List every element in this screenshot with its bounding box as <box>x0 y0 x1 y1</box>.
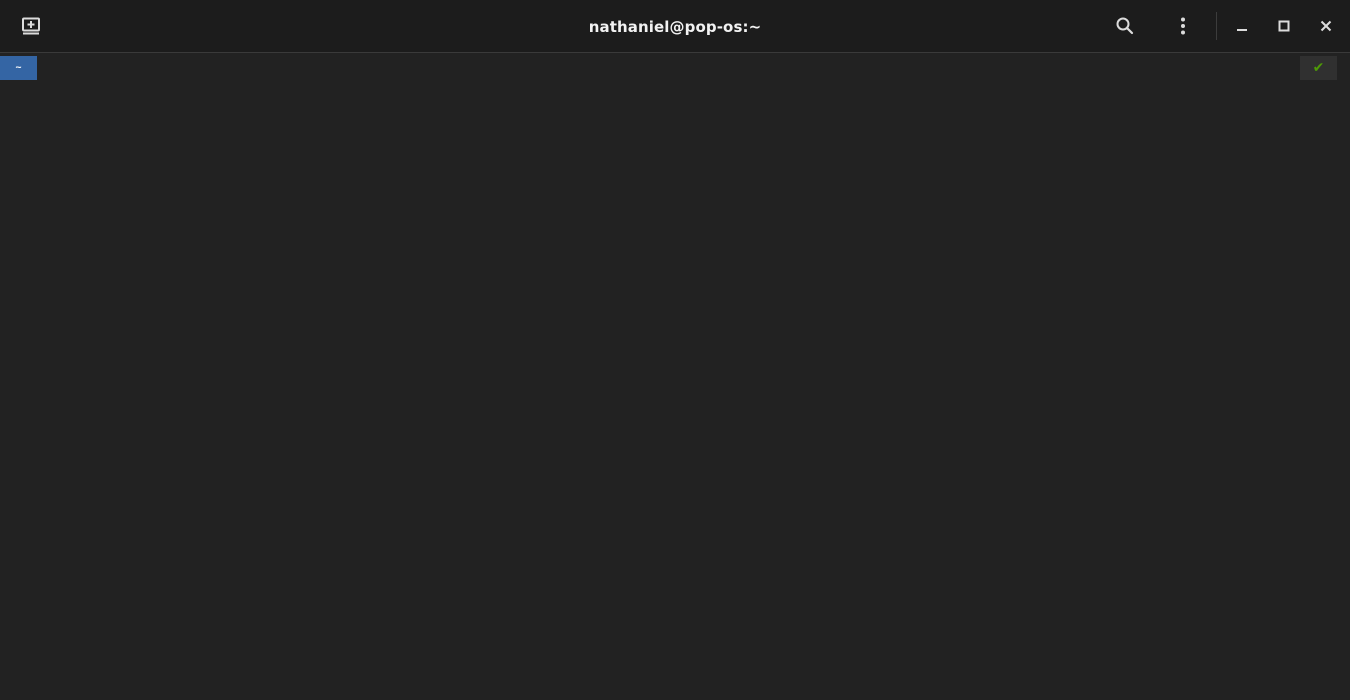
new-tab-icon <box>22 17 40 35</box>
header-bar: nathaniel@pop-os:~ <box>0 0 1350 53</box>
close-icon <box>1320 20 1332 32</box>
minimize-icon <box>1237 29 1247 31</box>
terminal-area[interactable]: ~ ✔ <box>0 54 1350 700</box>
close-button[interactable] <box>1307 7 1345 45</box>
new-tab-button[interactable] <box>12 7 50 45</box>
header-separator <box>1216 12 1217 40</box>
terminal-window: nathaniel@pop-os:~ ~ ✔ <box>0 0 1350 700</box>
prompt-directory-segment: ~ <box>0 56 37 80</box>
search-button[interactable] <box>1106 7 1144 45</box>
minimize-button[interactable] <box>1223 7 1261 45</box>
maximize-icon <box>1278 20 1290 32</box>
window-title: nathaniel@pop-os:~ <box>588 17 762 36</box>
maximize-button[interactable] <box>1265 7 1303 45</box>
prompt-status-segment: ✔ <box>1300 56 1337 80</box>
kebab-menu-icon <box>1181 17 1185 35</box>
checkmark-icon: ✔ <box>1312 60 1325 76</box>
search-icon <box>1116 17 1134 35</box>
menu-button[interactable] <box>1164 7 1202 45</box>
